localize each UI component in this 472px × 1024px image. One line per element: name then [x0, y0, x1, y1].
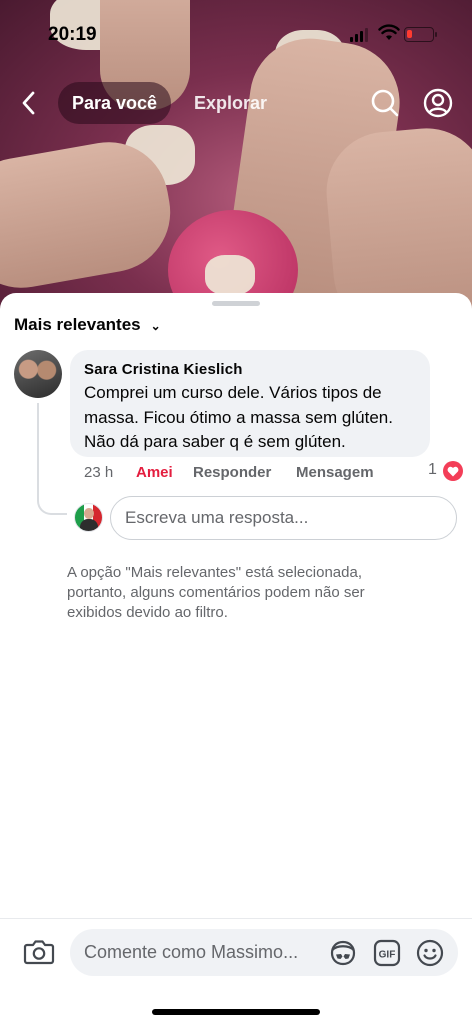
- svg-text:GIF: GIF: [379, 950, 396, 961]
- avatar-sticker-icon[interactable]: [328, 938, 358, 968]
- reply-thread-line: [37, 403, 67, 515]
- home-indicator[interactable]: [152, 1009, 320, 1015]
- tab-explorar[interactable]: Explorar: [194, 82, 267, 124]
- emoji-icon[interactable]: [415, 938, 445, 968]
- comment-author[interactable]: Sara Cristina Kieslich: [84, 361, 416, 378]
- love-button[interactable]: Amei: [136, 464, 173, 481]
- chevron-down-icon: ⌄: [150, 319, 161, 333]
- chevron-left-icon[interactable]: [14, 86, 44, 120]
- sort-selector[interactable]: Mais relevantes ⌄: [14, 315, 161, 335]
- comment-input[interactable]: Comente como Massimo... GIF: [70, 929, 458, 976]
- reaction-count[interactable]: 1: [428, 461, 437, 479]
- comment-bubble[interactable]: Sara Cristina Kieslich Comprei um curso …: [70, 350, 430, 457]
- wifi-icon: [378, 24, 400, 40]
- status-time: 20:19: [48, 24, 97, 45]
- avatar[interactable]: [14, 350, 62, 398]
- sheet-drag-handle[interactable]: [212, 301, 260, 306]
- reply-button[interactable]: Responder: [193, 464, 271, 481]
- message-button[interactable]: Mensagem: [296, 464, 374, 481]
- heart-icon[interactable]: [443, 461, 463, 481]
- status-bar: 20:19: [0, 0, 472, 66]
- reply-input[interactable]: Escreva uma resposta...: [110, 496, 457, 540]
- comment-text: Comprei um curso dele. Vários tipos de m…: [84, 383, 393, 451]
- comment-composer: Comente como Massimo... GIF: [0, 918, 472, 1024]
- profile-icon[interactable]: [422, 87, 454, 119]
- battery-icon: [404, 27, 437, 42]
- comment-timestamp: 23 h: [84, 464, 114, 481]
- search-icon[interactable]: [369, 87, 401, 119]
- camera-icon[interactable]: [23, 937, 55, 967]
- filter-note: A opção "Mais relevantes" está seleciona…: [67, 564, 365, 621]
- top-nav: Para você Explorar: [0, 80, 472, 126]
- gif-icon[interactable]: GIF: [372, 938, 402, 968]
- comments-sheet: Mais relevantes ⌄ Sara Cristina Kieslich…: [0, 293, 472, 1024]
- tab-para-voce[interactable]: Para você: [58, 82, 172, 124]
- comment-input-placeholder: Comente como Massimo...: [84, 942, 299, 962]
- cellular-signal-icon: [350, 28, 368, 42]
- current-user-avatar: [74, 503, 103, 532]
- sort-label: Mais relevantes: [14, 315, 141, 334]
